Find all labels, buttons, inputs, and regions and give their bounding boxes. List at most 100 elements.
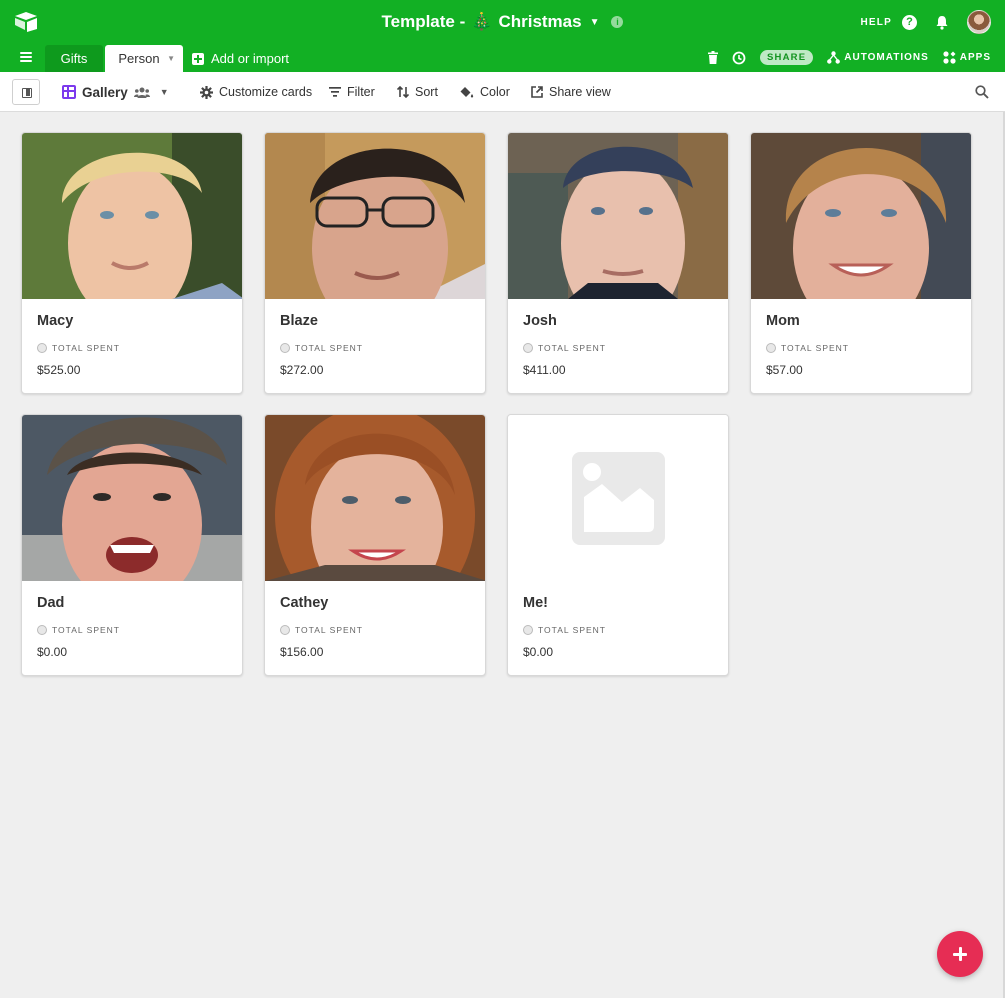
plus-icon <box>192 52 204 65</box>
card-field-label-text: TOTAL SPENT <box>538 343 606 353</box>
card-value: $156.00 <box>280 645 324 659</box>
automations-label: AUTOMATIONS <box>844 52 929 63</box>
card-photo <box>751 133 971 299</box>
customize-cards-label: Customize cards <box>219 85 313 99</box>
gallery-card[interactable]: Josh TOTAL SPENT $411.00 <box>507 132 729 394</box>
gallery-card[interactable]: Dad TOTAL SPENT $0.00 <box>21 414 243 676</box>
tab-chevron-down-icon[interactable]: ▼ <box>167 54 175 63</box>
currency-field-icon <box>523 343 533 353</box>
apps-button[interactable]: APPS <box>943 51 991 64</box>
card-photo <box>22 133 242 299</box>
gear-icon <box>200 85 213 99</box>
card-value: $525.00 <box>37 363 81 377</box>
card-name: Blaze <box>280 313 318 329</box>
card-field-label-text: TOTAL SPENT <box>52 625 120 635</box>
tab-gifts[interactable]: Gifts <box>45 45 103 72</box>
filter-button[interactable]: Filter <box>329 72 375 112</box>
view-name: Gallery <box>82 84 128 100</box>
filter-label: Filter <box>347 85 375 99</box>
card-value: $411.00 <box>523 363 566 377</box>
card-photo <box>22 415 242 581</box>
card-field-label-text: TOTAL SPENT <box>781 343 849 353</box>
user-avatar[interactable] <box>967 10 991 34</box>
menu-icon[interactable] <box>20 52 32 62</box>
base-title-prefix: Template - <box>381 12 466 31</box>
card-photo-placeholder <box>508 415 728 581</box>
card-field-label: TOTAL SPENT <box>280 625 363 635</box>
add-or-import-button[interactable]: Add or import <box>192 51 289 66</box>
share-view-label: Share view <box>549 85 611 99</box>
paint-bucket-icon <box>460 86 474 97</box>
card-field-label: TOTAL SPENT <box>37 625 120 635</box>
card-value: $0.00 <box>37 645 68 659</box>
gallery-card[interactable]: Cathey TOTAL SPENT $156.00 <box>264 414 486 676</box>
tree-emoji: 🎄 <box>471 12 493 31</box>
card-name: Macy <box>37 313 74 329</box>
gallery-card[interactable]: Me! TOTAL SPENT $0.00 <box>507 414 729 676</box>
people-icon <box>133 87 150 98</box>
sidebar-toggle-button[interactable] <box>12 79 40 105</box>
card-value: $272.00 <box>280 363 324 377</box>
card-value: $57.00 <box>766 363 803 377</box>
card-field-label-text: TOTAL SPENT <box>52 343 120 353</box>
base-title[interactable]: Template - 🎄 Christmas ▼ i <box>382 12 624 32</box>
currency-field-icon <box>523 625 533 635</box>
sort-label: Sort <box>415 85 438 99</box>
currency-field-icon <box>766 343 776 353</box>
automations-icon <box>827 51 841 64</box>
card-value: $0.00 <box>523 645 554 659</box>
color-button[interactable]: Color <box>460 72 510 112</box>
image-placeholder-icon <box>572 452 665 545</box>
tab-person[interactable]: Person ▼ <box>105 45 183 72</box>
add-or-import-label: Add or import <box>211 51 290 66</box>
search-icon[interactable] <box>975 85 989 99</box>
card-photo <box>265 415 485 581</box>
view-switcher[interactable]: Gallery ▼ <box>62 72 169 112</box>
card-name: Me! <box>523 595 548 611</box>
card-field-label-text: TOTAL SPENT <box>295 343 363 353</box>
gallery-card[interactable]: Blaze TOTAL SPENT $272.00 <box>264 132 486 394</box>
gallery-card[interactable]: Macy TOTAL SPENT $525.00 <box>21 132 243 394</box>
sort-button[interactable]: Sort <box>397 72 438 112</box>
customize-cards-button[interactable]: Customize cards <box>200 72 312 112</box>
card-field-label: TOTAL SPENT <box>523 343 606 353</box>
card-field-label: TOTAL SPENT <box>766 343 849 353</box>
add-record-button[interactable] <box>937 931 983 977</box>
help-label[interactable]: HELP <box>861 17 892 28</box>
color-label: Color <box>480 85 510 99</box>
title-chevron-down-icon[interactable]: ▼ <box>590 17 600 28</box>
card-photo <box>508 133 728 299</box>
card-field-label: TOTAL SPENT <box>523 625 606 635</box>
card-name: Mom <box>766 313 800 329</box>
help-icon[interactable]: ? <box>902 14 917 30</box>
currency-field-icon <box>37 343 47 353</box>
info-icon[interactable]: i <box>611 16 624 28</box>
view-chevron-down-icon: ▼ <box>159 87 169 97</box>
card-field-label-text: TOTAL SPENT <box>295 625 363 635</box>
history-icon[interactable] <box>732 51 746 65</box>
app-logo-icon[interactable] <box>14 11 38 33</box>
apps-label: APPS <box>959 52 991 63</box>
card-name: Cathey <box>280 595 329 611</box>
share-button[interactable]: SHARE <box>759 50 814 65</box>
share-view-icon <box>531 86 543 98</box>
filter-icon <box>329 87 341 97</box>
bell-icon[interactable] <box>935 15 949 30</box>
automations-button[interactable]: AUTOMATIONS <box>827 51 929 64</box>
card-name: Dad <box>37 595 65 611</box>
apps-icon <box>943 51 956 64</box>
share-view-button[interactable]: Share view <box>531 72 611 112</box>
card-field-label: TOTAL SPENT <box>280 343 363 353</box>
card-photo <box>265 133 485 299</box>
trash-icon[interactable] <box>707 51 718 64</box>
gallery-icon <box>62 85 76 99</box>
card-field-label-text: TOTAL SPENT <box>538 625 606 635</box>
card-field-label: TOTAL SPENT <box>37 343 120 353</box>
gallery-card[interactable]: Mom TOTAL SPENT $57.00 <box>750 132 972 394</box>
view-toolbar: Gallery ▼ Customize cards Filter Sort Co… <box>0 72 1005 112</box>
sort-icon <box>397 86 409 98</box>
base-title-name: Christmas <box>498 12 582 31</box>
currency-field-icon <box>280 625 290 635</box>
top-bar: Template - 🎄 Christmas ▼ i HELP ? Gifts … <box>0 0 1005 72</box>
tab-person-label: Person <box>118 51 160 66</box>
